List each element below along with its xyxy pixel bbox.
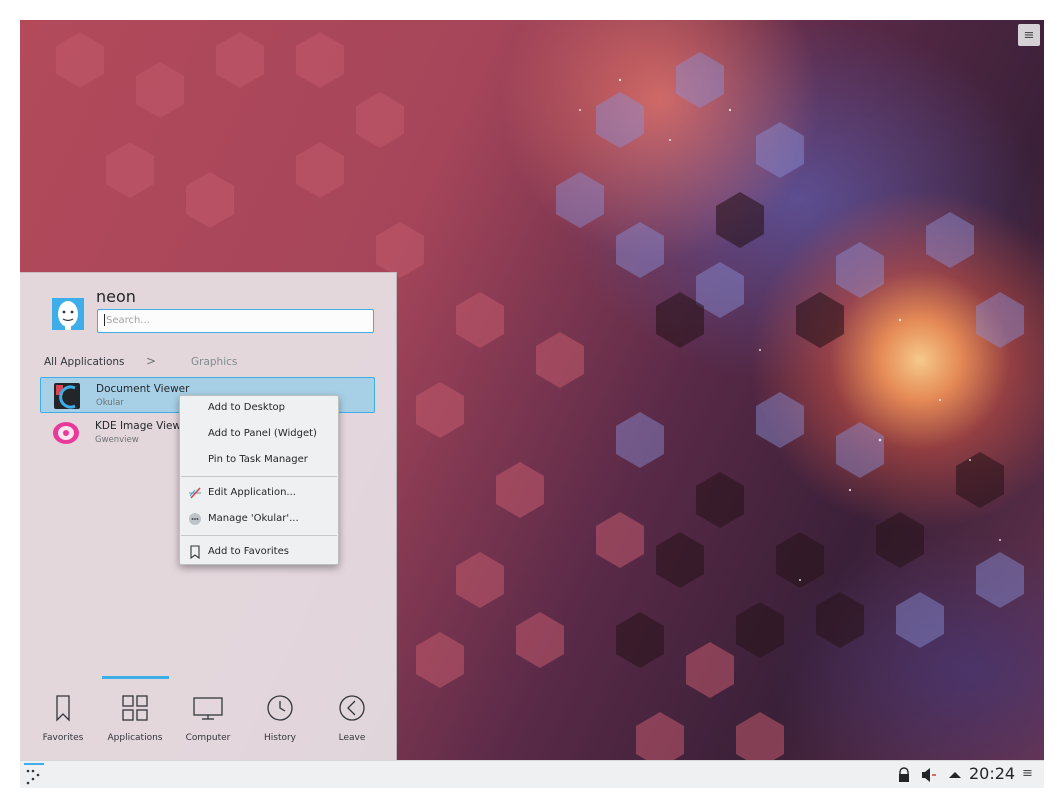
tab-history[interactable]: History [245, 681, 315, 761]
application-launcher-button[interactable] [24, 763, 46, 787]
menu-item-pin-to-task-manager[interactable]: Pin to Task Manager [180, 448, 338, 472]
menu-item-label: Manage 'Okular'... [208, 513, 299, 524]
tab-label: Leave [338, 733, 366, 743]
bottom-panel: 20:24 ≡ [20, 760, 1044, 788]
menu-item-label: Pin to Task Manager [208, 454, 308, 465]
menu-separator [181, 535, 337, 536]
bookmark-icon [190, 545, 200, 559]
tab-label: History [263, 733, 297, 743]
history-clock-icon [267, 695, 293, 721]
desktop[interactable]: ≡ neon Search... All Applications > Grap… [20, 20, 1044, 788]
volume-muted-icon[interactable] [921, 767, 937, 783]
search-placeholder: Search... [106, 315, 150, 326]
menu-item-edit-application[interactable]: Edit Application... [180, 481, 338, 505]
tab-label: Applications [107, 733, 163, 743]
digital-clock[interactable]: 20:24 [969, 764, 1015, 783]
menu-item-label: Add to Desktop [208, 402, 285, 413]
desktop-toolbox-button[interactable]: ≡ [1018, 24, 1040, 46]
app-generic-name: Gwenview [95, 435, 139, 445]
user-avatar-icon [52, 298, 84, 330]
breadcrumb-graphics[interactable]: Graphics [191, 356, 237, 368]
menu-separator [181, 476, 337, 477]
lock-icon[interactable] [896, 767, 912, 783]
tab-applications[interactable]: Applications [100, 681, 170, 761]
chevron-right-icon: > [146, 354, 157, 368]
text-cursor [104, 314, 105, 326]
gwenview-icon [53, 422, 79, 444]
user-name: neon [96, 287, 136, 306]
hamburger-menu-icon: ≡ [1023, 27, 1035, 43]
more-icon [189, 513, 201, 525]
menu-item-label: Add to Favorites [208, 546, 289, 557]
applications-grid-icon [122, 695, 148, 721]
leave-icon [339, 695, 365, 721]
expand-arrow-icon[interactable] [947, 767, 963, 783]
menu-item-add-to-panel[interactable]: Add to Panel (Widget) [180, 422, 338, 446]
menu-item-manage-okular[interactable]: Manage 'Okular'... [180, 507, 338, 531]
search-input[interactable]: Search... [97, 309, 374, 333]
active-indicator [24, 763, 44, 765]
tab-label: Computer [185, 733, 231, 743]
menu-item-add-to-favorites[interactable]: Add to Favorites [180, 540, 338, 564]
breadcrumb-all-applications[interactable]: All Applications [44, 356, 125, 368]
computer-icon [193, 697, 223, 720]
app-name: KDE Image Viewer [95, 420, 192, 432]
tab-favorites[interactable]: Favorites [28, 681, 98, 761]
context-menu: Add to Desktop Add to Panel (Widget) Pin… [179, 395, 339, 565]
tab-leave[interactable]: Leave [317, 681, 387, 761]
tab-computer[interactable]: Computer [173, 681, 243, 761]
tab-label: Favorites [42, 733, 84, 743]
menu-item-label: Edit Application... [208, 487, 296, 498]
menu-item-label: Add to Panel (Widget) [208, 428, 317, 439]
okular-icon [54, 383, 80, 409]
app-generic-name: Okular [96, 398, 124, 408]
edit-icon [189, 487, 201, 499]
menu-item-add-to-desktop[interactable]: Add to Desktop [180, 396, 338, 420]
app-name: Document Viewer [96, 383, 190, 395]
launcher-tab-bar: Favorites Applications Computer History … [20, 676, 396, 761]
kde-launcher-icon [26, 769, 40, 785]
panel-toolbox-icon[interactable]: ≡ [1022, 766, 1033, 781]
bookmark-icon [56, 695, 70, 722]
active-tab-indicator [102, 676, 169, 679]
